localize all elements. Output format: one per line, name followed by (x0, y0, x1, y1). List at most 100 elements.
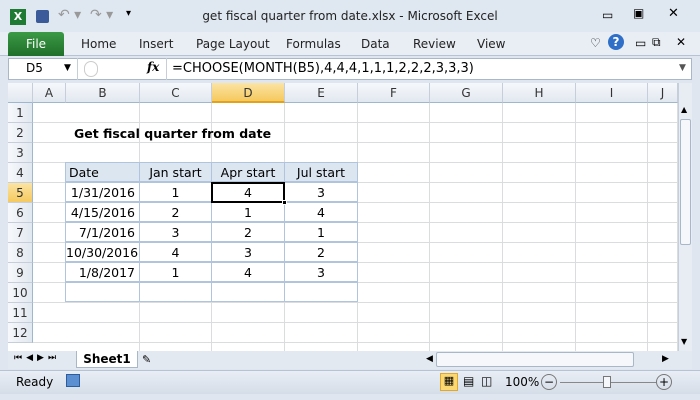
page-break-view-icon[interactable]: ◫ (481, 374, 492, 388)
column-header-e[interactable]: E (285, 83, 358, 103)
table-cell[interactable]: 3 (284, 262, 358, 282)
chevron-down-icon[interactable]: ▼ (64, 63, 71, 73)
table-cell[interactable]: 7/1/2016 (65, 222, 140, 242)
table-cell[interactable]: 4 (211, 262, 285, 282)
tab-insert[interactable]: Insert (139, 37, 173, 51)
row-header-2[interactable]: 2 (8, 123, 33, 143)
scroll-right-icon[interactable]: ▶ (662, 354, 669, 364)
workbook-restore-icon[interactable]: ⧉ (652, 35, 661, 50)
zoom-out-icon[interactable]: − (541, 374, 557, 390)
minimize-ribbon-icon[interactable]: ♡ (590, 36, 601, 50)
column-header-d[interactable]: D (212, 83, 285, 103)
table-cell[interactable]: 2 (211, 222, 285, 242)
table-cell[interactable]: 1/8/2017 (65, 262, 140, 282)
expand-formula-bar-icon[interactable]: ▼ (679, 63, 686, 73)
table-cell[interactable]: 3 (211, 242, 285, 262)
scroll-down-icon[interactable]: ▼ (681, 337, 687, 346)
zoom-slider-thumb[interactable] (603, 376, 611, 388)
insert-function-icon[interactable]: fx (147, 60, 159, 74)
column-header-j[interactable]: J (648, 83, 678, 103)
workbook-minimize-icon[interactable]: ▭ (635, 36, 646, 50)
window-title: get fiscal quarter from date.xlsx - Micr… (202, 9, 498, 23)
table-cell[interactable]: 4 (284, 202, 358, 222)
fill-handle[interactable] (282, 200, 287, 205)
gridline (33, 142, 678, 143)
insert-sheet-icon[interactable]: ✎ (142, 353, 151, 366)
table-header-cell[interactable]: Apr start (211, 162, 285, 182)
column-header-c[interactable]: C (140, 83, 212, 103)
zoom-level[interactable]: 100% (505, 375, 539, 389)
sheet-navigation-icons[interactable]: ⏮◀▶⏭ (14, 353, 60, 363)
column-header-i[interactable]: I (576, 83, 648, 103)
gridline (502, 103, 503, 351)
spreadsheet-grid[interactable]: A B C D E F G H I J 1 2 3 4 5 6 7 8 9 10 11 12 Get fiscal quar… (8, 83, 678, 351)
normal-view-icon[interactable]: ▦ (440, 373, 458, 391)
scroll-up-icon[interactable]: ▲ (681, 105, 687, 114)
gridline (429, 103, 430, 351)
macro-record-icon[interactable] (66, 374, 80, 387)
tab-review[interactable]: Review (413, 37, 456, 51)
formula-input[interactable]: =CHOOSE(MONTH(B5),4,4,4,1,1,1,2,2,2,3,3,… (172, 61, 474, 76)
row-header-8[interactable]: 8 (8, 243, 33, 263)
row-header-12[interactable]: 12 (8, 323, 33, 343)
column-header-a[interactable]: A (33, 83, 66, 103)
select-all-button[interactable] (8, 83, 33, 103)
row-header-3[interactable]: 3 (8, 143, 33, 163)
table-cell[interactable]: 3 (284, 182, 358, 202)
name-box-value: D5 (26, 61, 43, 75)
gridline (647, 103, 648, 351)
table-header-cell[interactable]: Date (65, 162, 140, 182)
row-header-5[interactable]: 5 (8, 183, 33, 203)
tab-page-layout[interactable]: Page Layout (196, 37, 270, 51)
row-header-11[interactable]: 11 (8, 303, 33, 323)
table-cell[interactable]: 1 (139, 182, 212, 202)
tab-data[interactable]: Data (361, 37, 390, 51)
table-cell[interactable] (65, 282, 140, 302)
tab-file[interactable]: File (8, 32, 64, 56)
table-cell[interactable]: 1 (139, 262, 212, 282)
table-cell[interactable]: 4/15/2016 (65, 202, 140, 222)
vertical-scrollbar[interactable]: ▲ ▼ (678, 83, 692, 351)
row-header-4[interactable]: 4 (8, 163, 33, 183)
table-cell[interactable]: 1 (284, 222, 358, 242)
sheet-heading: Get fiscal quarter from date (74, 126, 272, 141)
table-cell[interactable]: 2 (139, 202, 212, 222)
table-cell[interactable]: 4 (139, 242, 212, 262)
column-header-b[interactable]: B (66, 83, 140, 103)
table-cell[interactable] (211, 282, 285, 302)
tab-home[interactable]: Home (81, 37, 116, 51)
table-cell[interactable]: 1 (211, 202, 285, 222)
horizontal-scroll-thumb[interactable] (436, 352, 634, 367)
row-header-1[interactable]: 1 (8, 103, 33, 123)
column-header-g[interactable]: G (430, 83, 503, 103)
row-header-7[interactable]: 7 (8, 223, 33, 243)
close-icon[interactable]: ✕ (668, 6, 679, 21)
table-header-cell[interactable]: Jan start (139, 162, 212, 182)
scroll-left-icon[interactable]: ◀ (426, 354, 433, 364)
table-header-cell[interactable]: Jul start (284, 162, 358, 182)
tab-formulas[interactable]: Formulas (286, 37, 341, 51)
row-header-10[interactable]: 10 (8, 283, 33, 303)
help-icon[interactable]: ? (608, 34, 624, 50)
zoom-in-icon[interactable]: + (656, 374, 672, 390)
table-cell[interactable]: 2 (284, 242, 358, 262)
table-cell[interactable]: 1/31/2016 (65, 182, 140, 202)
workbook-close-icon[interactable]: ✕ (676, 35, 686, 49)
active-cell-selection[interactable] (211, 182, 285, 203)
row-header-6[interactable]: 6 (8, 203, 33, 223)
table-cell[interactable]: 10/30/2016 (65, 242, 140, 262)
minimize-icon[interactable]: ▭ (602, 8, 613, 22)
table-cell[interactable]: 3 (139, 222, 212, 242)
vertical-scroll-thumb[interactable] (680, 119, 691, 245)
column-header-f[interactable]: F (358, 83, 430, 103)
column-header-h[interactable]: H (503, 83, 576, 103)
name-box[interactable]: D5 ▼ (8, 58, 78, 80)
table-cell[interactable] (139, 282, 212, 302)
page-layout-view-icon[interactable]: ▤ (463, 374, 474, 388)
tab-view[interactable]: View (477, 37, 505, 51)
table-cell[interactable] (284, 282, 358, 302)
sheet-tab-sheet1[interactable]: Sheet1 (76, 351, 138, 368)
row-header-9[interactable]: 9 (8, 263, 33, 283)
restore-icon[interactable]: ▣ (633, 6, 644, 20)
formula-bar-resize-handle[interactable] (84, 61, 98, 77)
